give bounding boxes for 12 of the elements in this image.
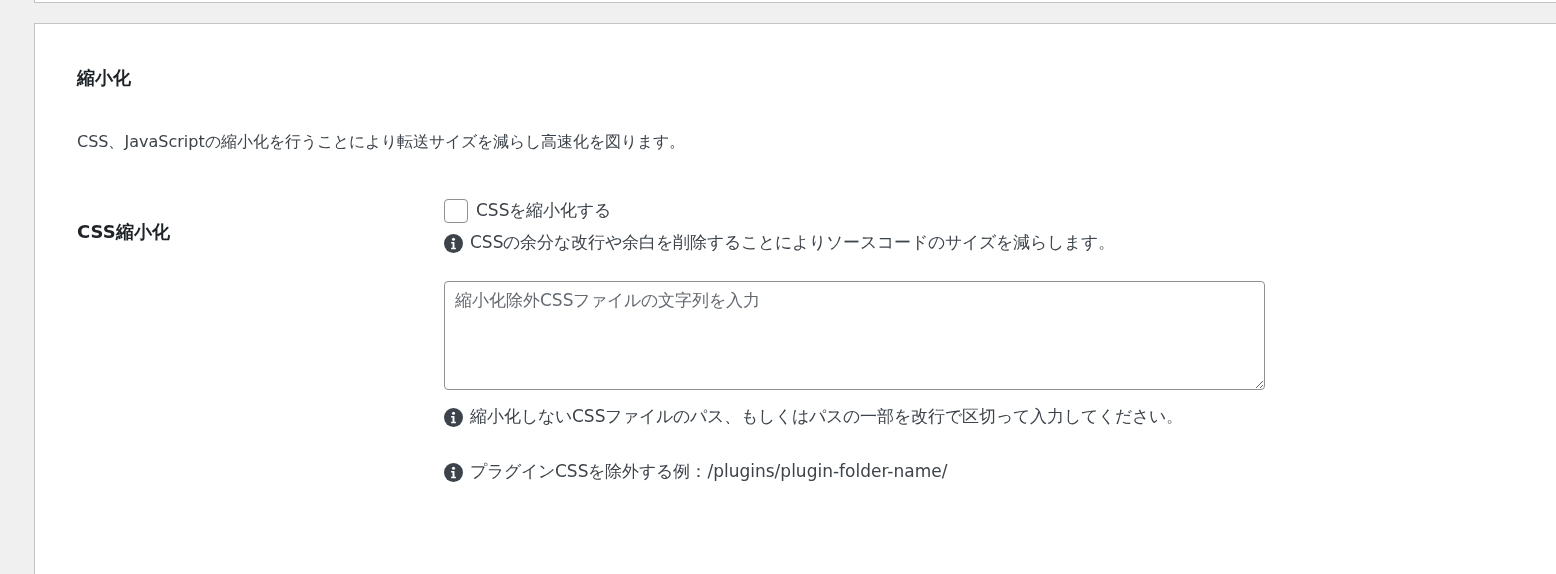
hint-text: プラグインCSSを除外する例：/plugins/plugin-folder-name/ xyxy=(470,460,948,484)
section-description: CSS、JavaScriptの縮小化を行うことにより転送サイズを減らし高速化を図ります。 xyxy=(77,131,685,153)
checkbox-label[interactable]: CSSを縮小化する xyxy=(476,198,612,224)
info-icon xyxy=(444,407,463,427)
setting-label: CSS縮小化 xyxy=(77,220,170,244)
hint-text: 縮小化しないCSSファイルのパス、もしくはパスの一部を改行で区切って入力してください。 xyxy=(470,405,1184,429)
exclusion-textarea[interactable]: 縮小化除外CSSファイルの文字列を入力 xyxy=(444,281,1265,390)
checkbox[interactable] xyxy=(444,199,468,223)
info-icon xyxy=(444,462,463,482)
info-icon xyxy=(444,233,463,253)
hint-text: CSSの余分な改行や余白を削除することによりソースコードのサイズを減らします。 xyxy=(470,231,1116,255)
section-title: 縮小化 xyxy=(77,66,131,90)
